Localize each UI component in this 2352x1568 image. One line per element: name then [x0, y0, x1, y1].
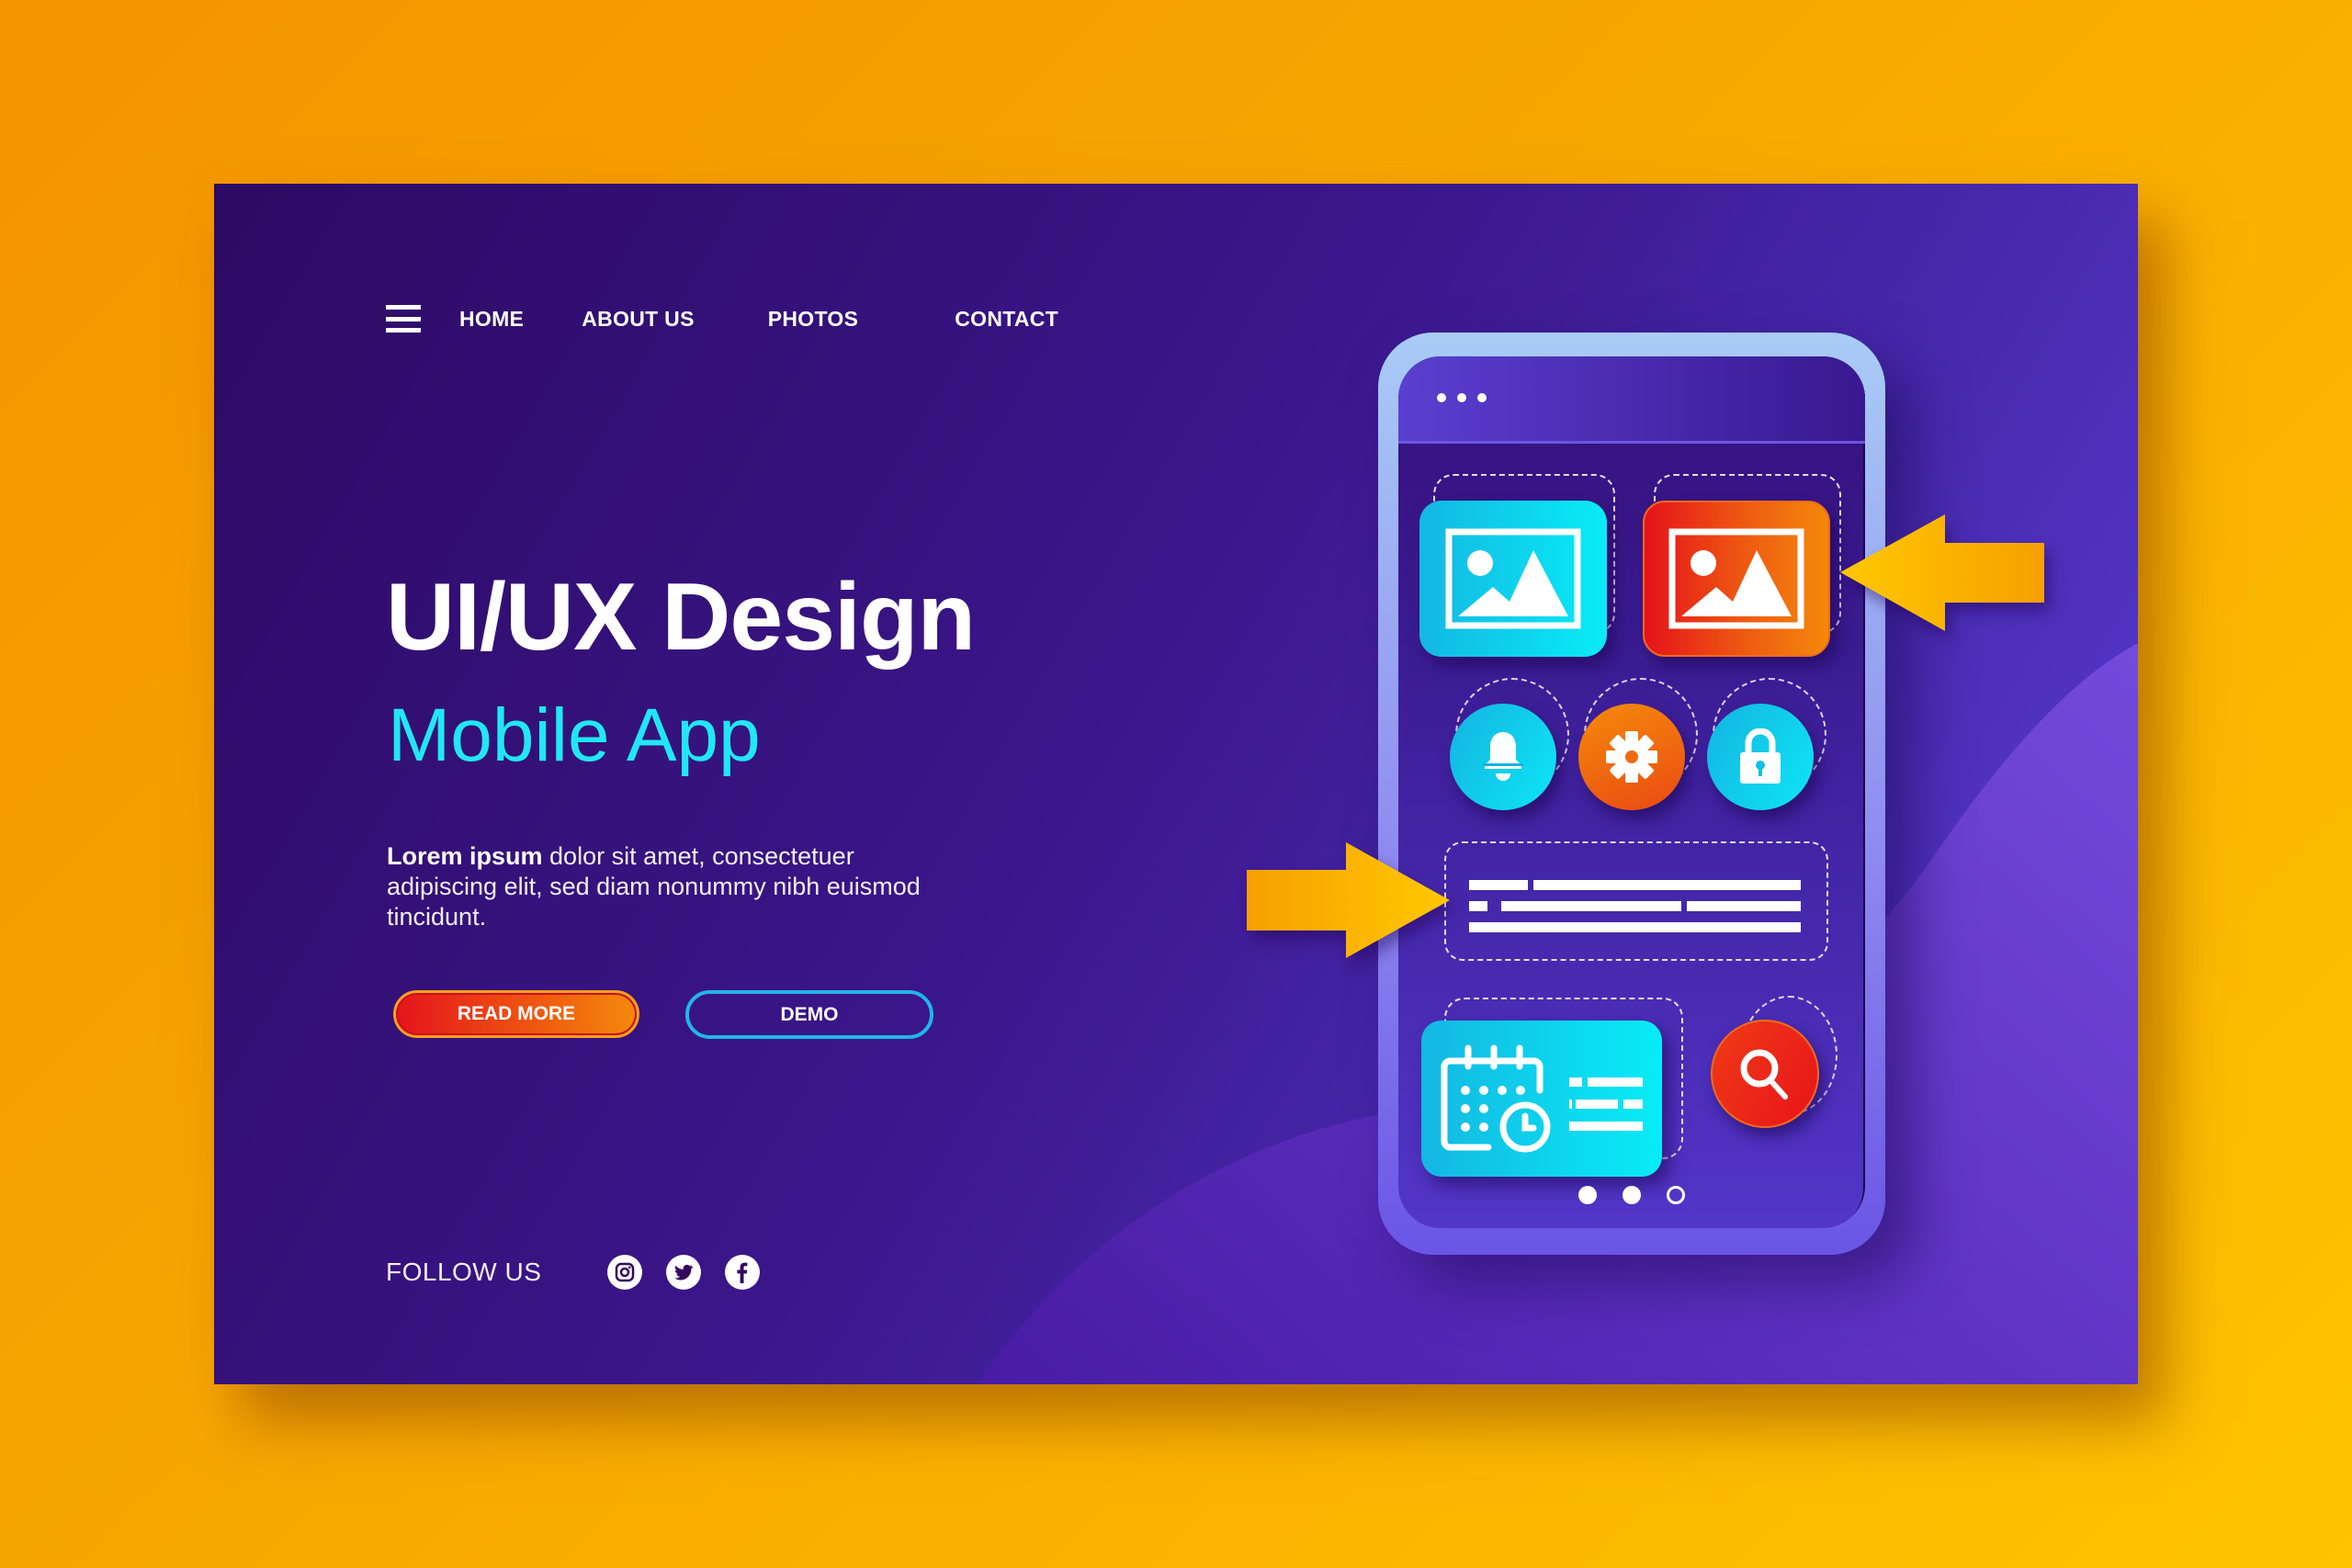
- image-icon: [1445, 528, 1581, 629]
- search-button[interactable]: [1711, 1020, 1819, 1128]
- text-line: [1469, 922, 1801, 932]
- security-button[interactable]: [1707, 704, 1814, 810]
- facebook-icon[interactable]: [725, 1255, 761, 1290]
- phone-mockup: [1378, 333, 1885, 1255]
- bell-icon: [1483, 732, 1523, 781]
- arrow-right-icon: [1247, 842, 1450, 958]
- settings-button[interactable]: [1578, 704, 1685, 810]
- image-tile-cyan[interactable]: [1419, 501, 1607, 657]
- page-dot-inactive[interactable]: [1667, 1186, 1685, 1204]
- hamburger-menu-icon[interactable]: [386, 305, 421, 333]
- twitter-icon[interactable]: [666, 1255, 702, 1290]
- description-bold: Lorem ipsum: [387, 842, 543, 870]
- calendar-clock-icon: [1441, 1044, 1643, 1153]
- demo-button[interactable]: DEMO: [685, 990, 933, 1039]
- notifications-button[interactable]: [1450, 704, 1556, 810]
- gear-icon: [1606, 731, 1657, 783]
- lock-icon: [1740, 728, 1781, 784]
- more-dots-icon[interactable]: [1437, 393, 1487, 402]
- page-dot-active[interactable]: [1623, 1186, 1641, 1204]
- hero-description: Lorem ipsum dolor sit amet, consectetuer…: [387, 841, 956, 932]
- nav-contact[interactable]: CONTACT: [955, 307, 1058, 332]
- search-icon: [1740, 1049, 1788, 1100]
- text-line: [1469, 880, 1528, 890]
- calendar-widget[interactable]: [1421, 1021, 1662, 1177]
- phone-screen: [1398, 356, 1865, 1228]
- instagram-icon[interactable]: [607, 1255, 643, 1290]
- text-line: [1501, 901, 1681, 911]
- read-more-button[interactable]: READ MORE: [393, 990, 639, 1038]
- page-subtitle: Mobile App: [388, 694, 761, 777]
- nav-about-us[interactable]: ABOUT US: [582, 307, 695, 332]
- follow-us-label: FOLLOW US: [386, 1258, 542, 1286]
- nav-photos[interactable]: PHOTOS: [768, 307, 859, 332]
- text-line: [1687, 901, 1801, 911]
- arrow-left-icon: [1840, 514, 2044, 631]
- image-icon: [1668, 528, 1804, 629]
- image-tile-red[interactable]: [1643, 501, 1830, 657]
- nav-home[interactable]: HOME: [459, 307, 524, 332]
- page-dot-active[interactable]: [1578, 1186, 1597, 1204]
- page-title: UI/UX Design: [386, 564, 976, 671]
- landing-page-card: HOME ABOUT US PHOTOS CONTACT UI/UX Desig…: [214, 184, 2138, 1384]
- top-navigation: HOME ABOUT US PHOTOS CONTACT: [386, 305, 1058, 333]
- page-indicator: [1398, 1186, 1865, 1204]
- text-line: [1533, 880, 1801, 890]
- text-line: [1469, 901, 1487, 911]
- follow-us-section: FOLLOW US: [386, 1255, 784, 1290]
- phone-header-bar: [1398, 356, 1865, 444]
